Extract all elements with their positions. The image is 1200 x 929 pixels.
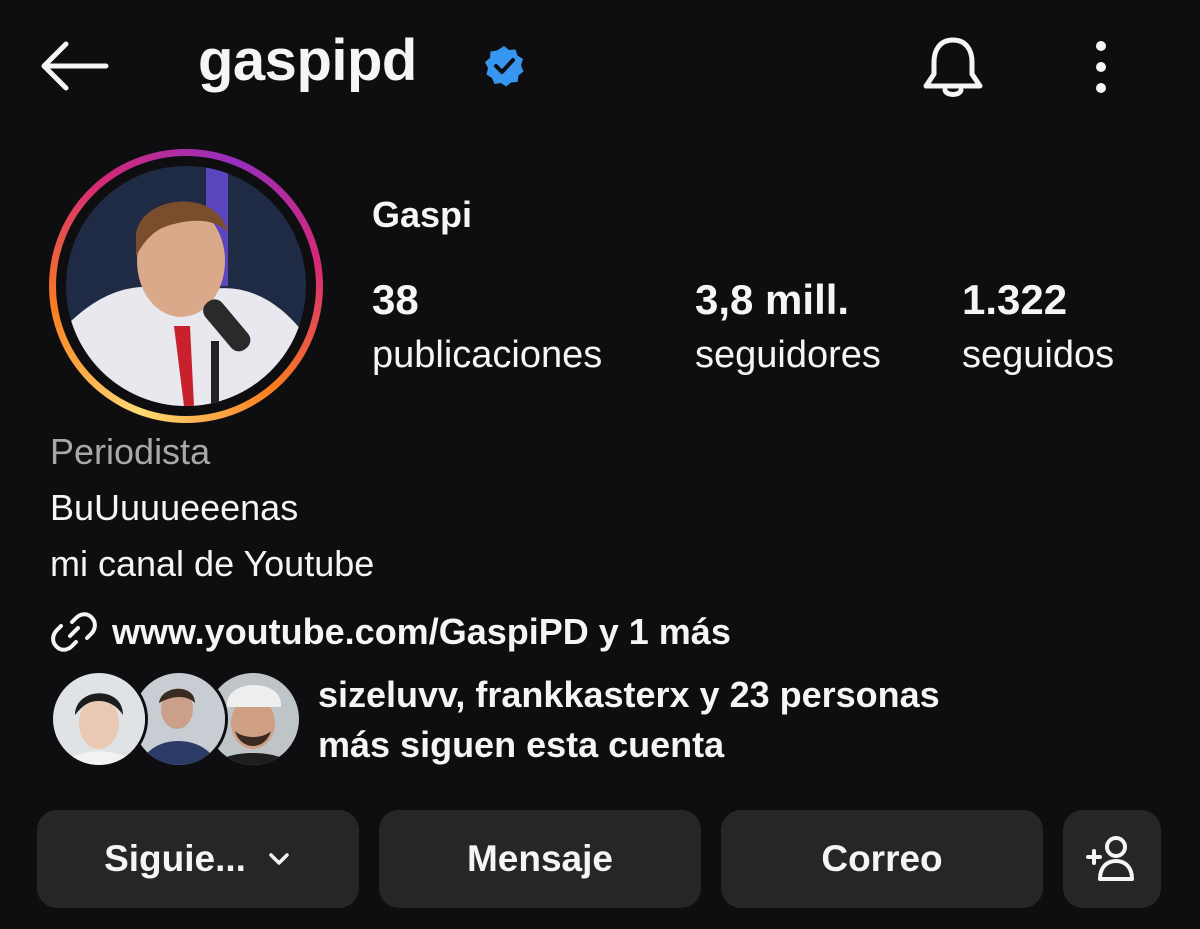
chevron-down-icon: [269, 853, 289, 865]
profile-link-text: www.youtube.com/GaspiPD y 1 más: [112, 611, 731, 652]
followers-count[interactable]: 3,8 mill. seguidores: [695, 274, 881, 384]
following-count-value: 1.322: [962, 276, 1068, 323]
notifications-button[interactable]: [918, 32, 988, 102]
following-count-label: seguidos: [962, 334, 1115, 376]
back-arrow-icon: [41, 41, 109, 91]
avatar: [50, 670, 148, 768]
email-button-label: Correo: [821, 838, 943, 879]
profile-username: gaspipd: [198, 28, 417, 93]
posts-count-label: publicaciones: [372, 334, 603, 376]
message-button[interactable]: Mensaje: [379, 810, 701, 908]
posts-count[interactable]: 38 publicaciones: [372, 274, 602, 384]
add-person-icon: [1086, 836, 1134, 881]
posts-count-value: 38: [372, 276, 419, 323]
profile-avatar[interactable]: [49, 149, 323, 423]
followers-count-label: seguidores: [695, 334, 881, 376]
mutual-followers-line: más siguen esta cuenta: [318, 724, 725, 765]
following-button-label: Siguie...: [104, 838, 246, 879]
profile-link[interactable]: www.youtube.com/GaspiPD y 1 más: [50, 604, 731, 660]
following-button[interactable]: Siguie...: [37, 810, 359, 908]
suggested-users-button[interactable]: [1063, 810, 1161, 908]
bio-line: mi canal de Youtube: [50, 543, 375, 584]
bio-line: BuUuuueeenas: [50, 487, 299, 528]
more-vertical-icon: [1096, 41, 1106, 93]
mutual-followers-text[interactable]: sizeluvv, frankkasterx y 23 personas más…: [318, 670, 1178, 770]
profile-category: Periodista: [50, 431, 211, 472]
email-button[interactable]: Correo: [721, 810, 1043, 908]
mutual-followers-line: sizeluvv, frankkasterx y 23 personas: [318, 674, 940, 715]
message-button-label: Mensaje: [466, 838, 613, 879]
verified-badge-icon: [482, 44, 526, 88]
link-icon: [51, 612, 97, 652]
profile-photo: [66, 166, 306, 406]
mutual-followers-avatars[interactable]: [50, 670, 302, 768]
following-count[interactable]: 1.322 seguidos: [962, 274, 1114, 384]
more-options-button[interactable]: [1082, 36, 1120, 98]
followers-count-value: 3,8 mill.: [695, 276, 850, 323]
back-button[interactable]: [36, 36, 112, 96]
bell-icon: [923, 37, 983, 97]
display-name: Gaspi: [372, 194, 473, 235]
